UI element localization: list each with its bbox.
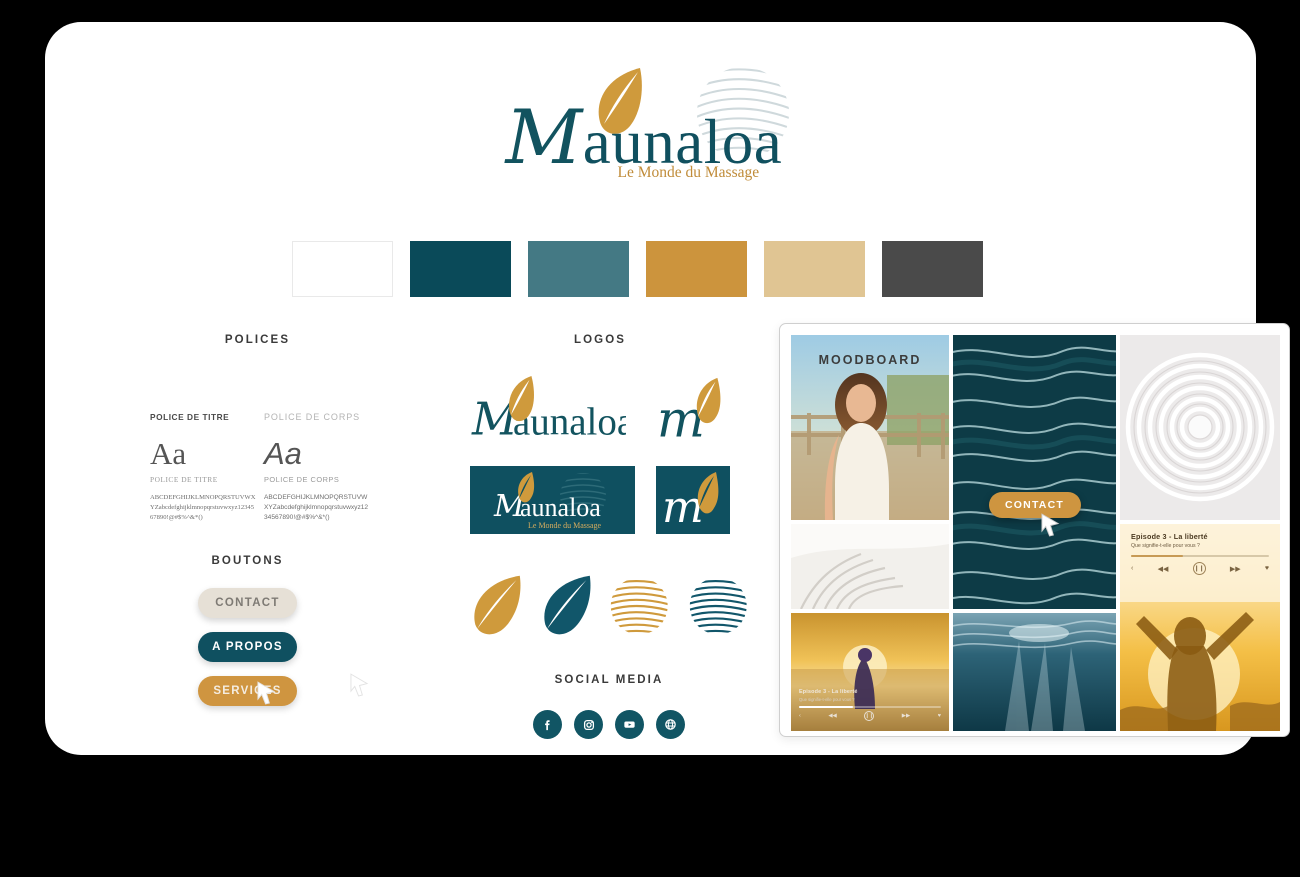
svg-text:aunaloa: aunaloa bbox=[520, 493, 601, 522]
player-prev-icon-main[interactable]: ◀◀ bbox=[1158, 565, 1169, 573]
cursor-pointer-icon-3 bbox=[1041, 513, 1060, 537]
a-propos-button[interactable]: A PROPOS bbox=[198, 632, 297, 662]
logo-primary-light: M aunaloa bbox=[471, 375, 626, 445]
facebook-icon[interactable] bbox=[533, 710, 562, 739]
section-title-logos: LOGOS bbox=[573, 334, 627, 346]
color-palette bbox=[292, 241, 983, 297]
leaf-teal-icon bbox=[543, 575, 591, 635]
contact-button[interactable]: CONTACT bbox=[198, 588, 297, 618]
svg-text:Le Monde du Massage: Le Monde du Massage bbox=[528, 521, 602, 530]
svg-text:m: m bbox=[657, 389, 705, 448]
moodboard-image-sunset-walker: Episode 3 - La liberté Que signifie-t-el… bbox=[791, 613, 949, 731]
player-progress-bar[interactable] bbox=[799, 706, 941, 708]
moodboard-panel: MOODBOARD Episode 3 - La liberté Que sig… bbox=[779, 323, 1290, 737]
logos-section: LOGOS M aunaloa m M aunaloa Le Monde du … bbox=[470, 334, 747, 739]
moodboard-image-portrait: MOODBOARD bbox=[791, 335, 949, 520]
svg-text:m: m bbox=[662, 482, 704, 533]
section-title-polices: POLICES bbox=[224, 334, 291, 346]
swatch-gris-fonce[interactable] bbox=[882, 241, 983, 297]
player-share-icon-main[interactable]: ‹ bbox=[1131, 565, 1133, 572]
player-progress-bar-main[interactable] bbox=[1131, 555, 1269, 557]
title-font-block: POLICE DE TITRE Aa POLICE DE TITRE ABCDE… bbox=[150, 412, 256, 524]
brand-logo-header: Maunaloa Le Monde du Massage bbox=[45, 64, 1256, 199]
swatch-bleu-canard[interactable] bbox=[410, 241, 511, 297]
swatch-or[interactable] bbox=[646, 241, 747, 297]
player-like-icon-main[interactable]: ♥ bbox=[1265, 565, 1269, 572]
player-subtitle-main: Que signifie-t-elle pour vous ? bbox=[1131, 543, 1200, 549]
body-font-sample: Aa bbox=[264, 436, 302, 471]
body-font-block: POLICE DE CORPS Aa POLICE DE CORPS ABCDE… bbox=[264, 412, 370, 524]
section-title-social-media: SOCIAL MEDIA bbox=[554, 674, 664, 686]
player-title: Episode 3 - La liberté bbox=[799, 689, 858, 695]
audio-player[interactable]: Episode 3 - La liberté Que signifie-t-el… bbox=[1120, 532, 1280, 575]
player-next-icon-main[interactable]: ▶▶ bbox=[1230, 565, 1241, 573]
youtube-icon[interactable] bbox=[615, 710, 644, 739]
logo-monogram-light: m bbox=[657, 377, 721, 448]
body-font-caption: POLICE DE CORPS bbox=[264, 475, 340, 484]
logo-primary-on-teal: M aunaloa Le Monde du Massage bbox=[470, 466, 635, 534]
body-font-heading: POLICE DE CORPS bbox=[264, 412, 361, 422]
title-font-heading: POLICE DE TITRE bbox=[150, 412, 230, 422]
moodboard-audio-player-tile: Episode 3 - La liberté Que signifie-t-el… bbox=[1120, 524, 1280, 731]
player-next-icon[interactable]: ▶▶ bbox=[902, 713, 910, 719]
player-prev-icon[interactable]: ◀◀ bbox=[828, 713, 836, 719]
logo-monogram-on-teal: m bbox=[656, 466, 730, 534]
player-share-icon[interactable]: ‹ bbox=[799, 713, 801, 719]
social-icons-row bbox=[470, 710, 748, 739]
player-title-main: Episode 3 - La liberté bbox=[1131, 532, 1208, 541]
player-play-pause-icon[interactable]: ❙❙ bbox=[864, 711, 875, 721]
website-globe-icon[interactable] bbox=[656, 710, 685, 739]
player-subtitle: Que signifie-t-elle pour vous ? bbox=[799, 697, 855, 702]
logo-marks-row bbox=[470, 570, 748, 642]
moodboard-title: MOODBOARD bbox=[818, 353, 922, 367]
player-play-pause-icon-main[interactable]: ❙❙ bbox=[1192, 562, 1206, 575]
cursor-pointer-icon bbox=[257, 681, 276, 705]
swatch-beige[interactable] bbox=[764, 241, 865, 297]
swatch-blanc[interactable] bbox=[292, 241, 393, 297]
body-font-alphabet: ABCDEFGHIJKLMNOPQRSTUVWXYZabcdefghijklmn… bbox=[264, 494, 369, 522]
brand-style-guide-card: Maunaloa Le Monde du Massage POLICES POL… bbox=[45, 22, 1290, 755]
instagram-icon[interactable] bbox=[574, 710, 603, 739]
title-font-caption: POLICE DE TITRE bbox=[150, 475, 218, 484]
buttons-section: BOUTONS CONTACT A PROPOS SERVICES bbox=[145, 555, 369, 706]
leaf-gold-icon bbox=[474, 575, 521, 635]
mini-audio-player[interactable]: Episode 3 - La liberté Que signifie-t-el… bbox=[791, 689, 949, 721]
title-font-alphabet: ABCDEFGHIJKLMNOPQRSTUVWXYZabcdefghijklmn… bbox=[150, 494, 256, 522]
typography-section: POLICES POLICE DE TITRE Aa POLICE DE TIT… bbox=[145, 334, 370, 521]
moodboard-image-zen-circles bbox=[1120, 335, 1280, 520]
title-font-sample: Aa bbox=[150, 436, 187, 471]
sphere-teal-icon bbox=[689, 577, 747, 635]
player-like-icon[interactable]: ♥ bbox=[938, 713, 941, 719]
cursor-pointer-icon-2 bbox=[350, 673, 369, 697]
sphere-gold-icon bbox=[610, 577, 668, 635]
moodboard-contact-button[interactable]: CONTACT bbox=[988, 492, 1081, 518]
moodboard-image-underwater bbox=[953, 613, 1116, 731]
section-title-boutons: BOUTONS bbox=[211, 555, 284, 567]
swatch-bleu-gris[interactable] bbox=[528, 241, 629, 297]
moodboard-image-shadow bbox=[791, 524, 949, 609]
screen: Maunaloa Le Monde du Massage POLICES POL… bbox=[0, 0, 1300, 877]
services-button[interactable]: SERVICES bbox=[198, 676, 297, 706]
moodboard-image-water-ripples: CONTACT bbox=[953, 335, 1116, 609]
brand-tagline: Le Monde du Massage bbox=[617, 164, 760, 181]
